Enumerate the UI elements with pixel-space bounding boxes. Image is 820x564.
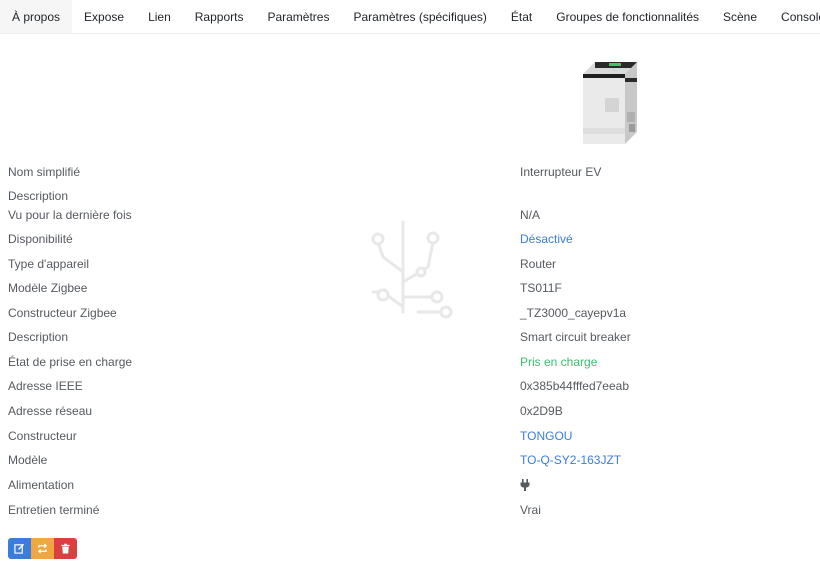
- support-status-value: Pris en charge: [520, 355, 598, 369]
- row-label: Entretien terminé: [8, 503, 100, 517]
- info-row-zigbee-manufacturer: Constructeur Zigbee _TZ3000_cayepv1a: [0, 303, 820, 323]
- plug-icon: [520, 479, 530, 491]
- tab-label: Lien: [148, 9, 171, 24]
- tab-label: État: [510, 9, 533, 24]
- tab-dev-console[interactable]: Console dev: [769, 0, 820, 33]
- tab-state[interactable]: État: [499, 0, 544, 33]
- tab-label: Console dev: [781, 9, 820, 24]
- rename-icon: [37, 543, 48, 554]
- row-label: Adresse IEEE: [8, 379, 83, 393]
- row-label: Constructeur Zigbee: [8, 306, 117, 320]
- tab-clusters[interactable]: Groupes de fonctionnalités: [544, 0, 711, 33]
- trash-icon: [61, 543, 70, 554]
- info-row-description: Description: [0, 186, 820, 206]
- row-value: 0x2D9B: [520, 404, 563, 418]
- tab-about[interactable]: À propos: [0, 0, 73, 33]
- info-row-last-seen: Vu pour la dernière fois N/A: [0, 205, 820, 225]
- row-value: Router: [520, 257, 557, 271]
- info-row-device-type: Type d'appareil Router: [0, 254, 820, 274]
- row-label: Disponibilité: [8, 232, 73, 246]
- row-value: Interrupteur EV: [520, 165, 602, 179]
- info-row-description-2: Description Smart circuit breaker: [0, 327, 820, 347]
- row-label: Adresse réseau: [8, 404, 93, 418]
- tab-settings-specific[interactable]: Paramètres (spécifiques): [341, 0, 498, 33]
- tab-bind[interactable]: Lien: [136, 0, 183, 33]
- info-row-friendly-name: Nom simplifié Interrupteur EV: [0, 162, 820, 182]
- row-value: TS011F: [520, 281, 562, 295]
- row-label: Constructeur: [8, 429, 77, 443]
- device-actions: [8, 538, 77, 559]
- tab-settings[interactable]: Paramètres: [255, 0, 341, 33]
- edit-button[interactable]: [8, 538, 31, 559]
- row-value: Vrai: [520, 503, 541, 517]
- availability-link[interactable]: Désactivé: [520, 229, 573, 249]
- power-source-value: [520, 475, 530, 497]
- row-label: Modèle Zigbee: [8, 281, 88, 295]
- info-row-support-status: État de prise en charge Pris en charge: [0, 352, 820, 372]
- delete-button[interactable]: [54, 538, 77, 559]
- row-label: Modèle: [8, 453, 48, 467]
- tab-label: Paramètres: [267, 9, 330, 24]
- row-label: État de prise en charge: [8, 355, 133, 369]
- info-row-power-source: Alimentation: [0, 475, 820, 495]
- tab-label: À propos: [12, 9, 61, 24]
- row-label: Alimentation: [8, 478, 75, 492]
- row-value: N/A: [520, 208, 541, 222]
- info-row-network-address: Adresse réseau 0x2D9B: [0, 401, 820, 421]
- tab-scene[interactable]: Scène: [711, 0, 769, 33]
- manufacturer-link[interactable]: TONGOU: [520, 426, 572, 446]
- row-label: Description: [8, 189, 69, 203]
- info-row-model: Modèle TO-Q-SY2-163JZT: [0, 450, 820, 470]
- row-value: 0x385b44fffed7eeab: [520, 379, 630, 393]
- rename-button[interactable]: [31, 538, 54, 559]
- tab-reporting[interactable]: Rapports: [183, 0, 256, 33]
- row-label: Type d'appareil: [8, 257, 90, 271]
- row-value: Smart circuit breaker: [520, 330, 631, 344]
- row-label: Vu pour la dernière fois: [8, 208, 132, 222]
- tab-label: Groupes de fonctionnalités: [556, 9, 699, 24]
- tab-label: Scène: [723, 9, 758, 24]
- model-link[interactable]: TO-Q-SY2-163JZT: [520, 450, 621, 470]
- info-row-availability: Disponibilité Désactivé: [0, 229, 820, 249]
- info-row-manufacturer: Constructeur TONGOU: [0, 426, 820, 446]
- tab-label: Paramètres (spécifiques): [353, 9, 487, 24]
- device-image: [583, 62, 637, 144]
- edit-icon: [14, 543, 25, 554]
- tab-bar: À propos Expose Lien Rapports Paramètres…: [0, 0, 820, 34]
- row-value: _TZ3000_cayepv1a: [520, 306, 627, 320]
- info-row-interview-completed: Entretien terminé Vrai: [0, 500, 820, 520]
- info-row-ieee-address: Adresse IEEE 0x385b44fffed7eeab: [0, 376, 820, 396]
- info-row-zigbee-model: Modèle Zigbee TS011F: [0, 278, 820, 298]
- row-label: Description: [8, 330, 69, 344]
- tab-label: Expose: [84, 9, 125, 24]
- tab-label: Rapports: [194, 9, 244, 24]
- row-label: Nom simplifié: [8, 165, 81, 179]
- tab-exposes[interactable]: Expose: [72, 0, 136, 33]
